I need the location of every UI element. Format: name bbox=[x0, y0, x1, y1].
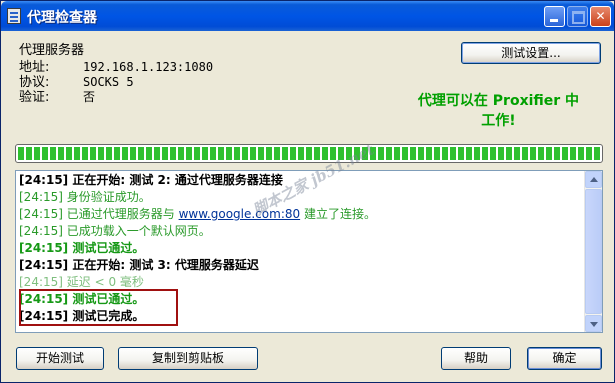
protocol-value: SOCKS 5 bbox=[83, 75, 134, 89]
window-title: 代理检查器 bbox=[27, 10, 97, 26]
log-line: [24:15] 身份验证成功。 bbox=[19, 190, 151, 204]
log-scrollbar[interactable] bbox=[584, 171, 602, 332]
close-button[interactable]: ✕ bbox=[590, 6, 611, 27]
log-line: [24:15] 测试已通过。 bbox=[19, 241, 145, 255]
test-settings-button[interactable]: 测试设置... bbox=[461, 42, 601, 64]
maximize-button[interactable] bbox=[567, 6, 588, 27]
scroll-down-arrow-icon[interactable] bbox=[585, 315, 602, 332]
scroll-up-arrow-icon[interactable] bbox=[585, 171, 602, 188]
progress-bar bbox=[15, 144, 603, 163]
auth-label: 验证: bbox=[19, 90, 50, 105]
log-line-text: 建立了连接。 bbox=[300, 207, 376, 221]
minimize-button[interactable] bbox=[544, 6, 565, 27]
log-line: [24:15] 正在开始: 测试 2: 通过代理服务器连接 bbox=[19, 173, 283, 187]
protocol-label: 协议: bbox=[19, 75, 50, 90]
start-test-button[interactable]: 开始测试 bbox=[16, 347, 104, 370]
log-line: [24:15] 已通过代理服务器与 www.google.com:80 建立了连… bbox=[19, 206, 584, 223]
log-line: [24:15] 延迟 < 0 毫秒 bbox=[19, 275, 144, 289]
scroll-thumb[interactable] bbox=[585, 189, 602, 314]
ok-button[interactable]: 确定 bbox=[527, 347, 602, 370]
log-line: [24:15] 已成功载入一个默认网页。 bbox=[19, 224, 211, 238]
log-line: [24:15] 测试已完成。 bbox=[19, 309, 145, 323]
auth-value: 否 bbox=[83, 90, 96, 104]
log-line: [24:15] 测试已通过。 bbox=[19, 292, 145, 306]
proxy-checker-window: 代理检查器 ✕ 代理服务器 地址: 192.168.1.123:1080 协议:… bbox=[0, 0, 615, 383]
status-message: 代理可以在 Proxifier 中 工作! bbox=[391, 91, 606, 131]
status-line-2: 工作! bbox=[481, 113, 516, 129]
app-icon bbox=[7, 8, 21, 24]
status-line-1: 代理可以在 Proxifier 中 bbox=[417, 93, 580, 109]
log-line-text: [24:15] 已通过代理服务器与 bbox=[19, 207, 179, 221]
proxy-server-heading: 代理服务器 bbox=[19, 43, 85, 58]
log-box[interactable]: [24:15] 正在开始: 测试 2: 通过代理服务器连接 [24:15] 身份验… bbox=[15, 170, 603, 333]
copy-to-clipboard-button[interactable]: 复制到剪贴板 bbox=[118, 347, 258, 370]
progress-fill bbox=[18, 147, 600, 160]
title-bar[interactable]: 代理检查器 ✕ bbox=[1, 1, 614, 31]
log-line: [24:15] 正在开始: 测试 3: 代理服务器延迟 bbox=[19, 258, 259, 272]
log-lines: [24:15] 正在开始: 测试 2: 通过代理服务器连接 [24:15] 身份验… bbox=[19, 172, 584, 325]
address-label: 地址: bbox=[19, 60, 50, 75]
address-value: 192.168.1.123:1080 bbox=[83, 60, 214, 74]
help-button[interactable]: 帮助 bbox=[441, 347, 511, 370]
log-link[interactable]: www.google.com:80 bbox=[179, 207, 301, 221]
